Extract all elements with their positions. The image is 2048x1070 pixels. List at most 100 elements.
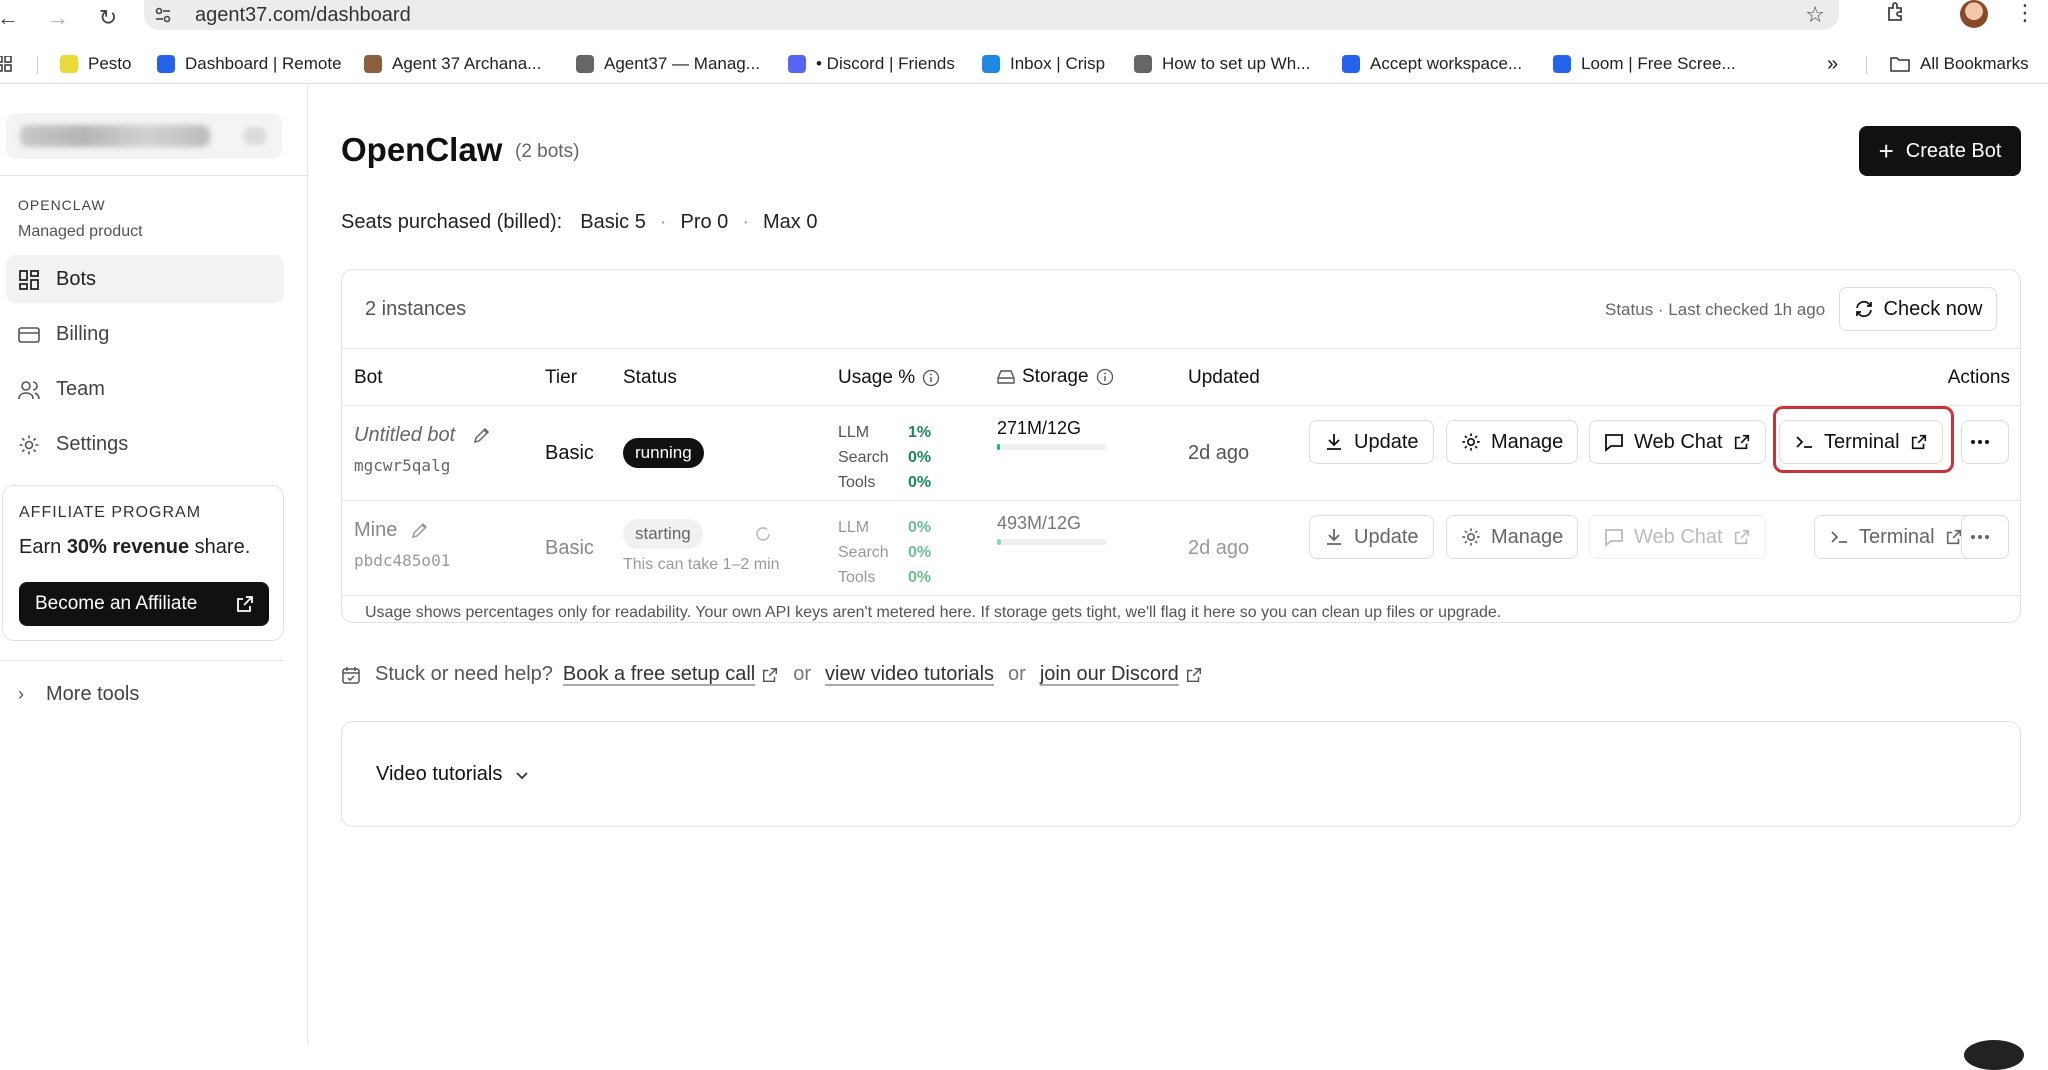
web-chat-button[interactable]: Web Chat: [1589, 420, 1766, 464]
users-icon: [18, 381, 40, 400]
profile-avatar[interactable]: [1960, 0, 1988, 28]
bookmark-star-icon[interactable]: ☆: [1805, 2, 1825, 28]
bookmark-item[interactable]: Dashboard | Remote: [157, 52, 342, 76]
external-link-icon: [1734, 434, 1749, 450]
sidebar-item-team[interactable]: Team: [6, 365, 284, 413]
more-horizontal-icon: [1971, 535, 1989, 539]
site-settings-icon[interactable]: [152, 4, 174, 26]
sidebar-item-label: Settings: [56, 433, 129, 455]
create-bot-button[interactable]: + Create Bot: [1859, 126, 2021, 176]
video-tutorials-section[interactable]: Video tutorials: [341, 721, 2021, 827]
bookmark-item[interactable]: Inbox | Crisp: [982, 52, 1105, 76]
usage-tools-value: 0%: [908, 474, 932, 491]
storage-bar: [997, 539, 1107, 545]
manage-button[interactable]: Manage: [1446, 515, 1579, 559]
become-affiliate-button[interactable]: Become an Affiliate: [19, 582, 269, 626]
usage-label: LLM: [838, 424, 870, 441]
usage-breakdown: LLM Search Tools 0% 0% 0%: [838, 515, 931, 590]
more-bookmarks-icon[interactable]: »: [1827, 52, 1838, 76]
bookmark-item[interactable]: Accept workspace...: [1342, 52, 1522, 76]
col-actions: Actions: [1947, 367, 2010, 388]
forward-icon[interactable]: →: [44, 4, 72, 32]
info-icon[interactable]: [922, 369, 940, 387]
usage-label: Search: [838, 544, 889, 561]
edit-pencil-icon[interactable]: [410, 520, 430, 540]
bookmark-item[interactable]: How to set up Wh...: [1134, 52, 1310, 76]
apps-icon[interactable]: [0, 52, 12, 76]
section-subtitle: Managed product: [18, 223, 143, 240]
sidebar-item-bots[interactable]: Bots: [6, 255, 284, 303]
usage-search-value: 0%: [908, 544, 932, 561]
video-tutorials-toggle[interactable]: Video tutorials: [376, 763, 530, 786]
sidebar-item-label: Bots: [56, 268, 97, 290]
reload-icon[interactable]: ↻: [94, 4, 122, 32]
edit-pencil-icon[interactable]: [472, 425, 492, 445]
gear-icon: [19, 435, 39, 455]
more-actions-button[interactable]: [1961, 420, 2009, 464]
terminal-button[interactable]: Terminal: [1814, 515, 1978, 559]
agent37-icon: [364, 55, 382, 73]
check-now-button[interactable]: Check now: [1839, 287, 1997, 331]
all-bookmarks[interactable]: All Bookmarks: [1890, 52, 2029, 76]
seats-max: Max 0: [762, 211, 818, 233]
chat-widget-edge[interactable]: [1964, 1040, 2024, 1070]
sidebar: OPENCLAW Managed product Bots Billing Te…: [0, 85, 308, 1044]
bookmark-item[interactable]: • Discord | Friends: [788, 52, 955, 76]
more-tools-toggle[interactable]: › More tools: [18, 683, 139, 706]
affiliate-title: AFFILIATE PROGRAM: [19, 504, 202, 521]
more-actions-button[interactable]: [1961, 515, 2009, 559]
col-storage: Storage: [997, 366, 1114, 388]
seats-basic: Basic 5: [580, 211, 646, 233]
col-usage: Usage %: [838, 367, 940, 389]
usage-label: Search: [838, 449, 889, 466]
browser-menu-icon[interactable]: ⋮: [2014, 0, 2036, 28]
sidebar-item-label: Team: [56, 378, 105, 400]
address-bar[interactable]: agent37.com/dashboard ☆: [144, 0, 1839, 30]
org-switcher[interactable]: [6, 113, 282, 159]
remote-icon: [157, 55, 175, 73]
book-setup-call-link[interactable]: Book a free setup call: [563, 663, 755, 686]
usage-label: Tools: [838, 474, 876, 491]
back-icon[interactable]: ←: [0, 4, 22, 32]
section-title: OPENCLAW: [18, 197, 106, 213]
web-chat-label: Web Chat: [1634, 430, 1723, 453]
sidebar-item-settings[interactable]: Settings: [6, 420, 284, 468]
chat-icon: [1605, 434, 1623, 452]
pesto-icon: [60, 55, 78, 73]
last-checked-status: Status · Last checked 1h ago: [1605, 300, 1826, 319]
usage-tools-value: 0%: [908, 569, 932, 586]
bookmark-item[interactable]: Loom | Free Scree...: [1553, 52, 1736, 76]
url-text[interactable]: agent37.com/dashboard: [195, 4, 411, 27]
seats-pro: Pro 0: [680, 211, 729, 233]
refresh-icon: [1855, 301, 1872, 317]
plus-icon: +: [1878, 135, 1894, 166]
update-button[interactable]: Update: [1309, 420, 1434, 464]
chat-icon: [1605, 529, 1623, 547]
info-icon[interactable]: [1096, 368, 1114, 386]
web-chat-label: Web Chat: [1634, 525, 1723, 548]
gear-icon: [1342, 55, 1360, 73]
seats-label: Seats purchased (billed):: [341, 211, 563, 233]
external-link-icon: [1734, 529, 1749, 545]
manage-button[interactable]: Manage: [1446, 420, 1579, 464]
diamond-icon: [1134, 55, 1152, 73]
video-tutorials-link[interactable]: view video tutorials: [825, 663, 994, 686]
bookmarks-bar: Pesto Dashboard | Remote Agent 37 Archana.…: [0, 44, 2048, 84]
updated-time: 2d ago: [1188, 442, 1250, 464]
update-label: Update: [1354, 525, 1419, 548]
join-discord-link[interactable]: join our Discord: [1040, 663, 1179, 686]
bookmark-item[interactable]: Agent37 — Manag...: [576, 52, 760, 76]
bot-id: pbdc485o01: [354, 551, 451, 570]
help-lead: Stuck or need help?: [375, 663, 553, 685]
chevron-right-icon: ›: [18, 684, 24, 704]
sidebar-item-billing[interactable]: Billing: [6, 310, 284, 358]
web-chat-button[interactable]: Web Chat: [1589, 515, 1766, 559]
extensions-icon[interactable]: [1884, 0, 1912, 28]
update-button[interactable]: Update: [1309, 515, 1434, 559]
bookmark-item[interactable]: Agent 37 Archana...: [364, 52, 541, 76]
usage-search-value: 0%: [908, 449, 932, 466]
browser-toolbar: ← → ↻ agent37.com/dashboard ☆ ⋮: [0, 0, 2048, 44]
instances-count: 2 instances: [365, 298, 467, 320]
bookmark-item[interactable]: Pesto: [60, 52, 131, 76]
bookmark-label: Inbox | Crisp: [1010, 54, 1106, 73]
